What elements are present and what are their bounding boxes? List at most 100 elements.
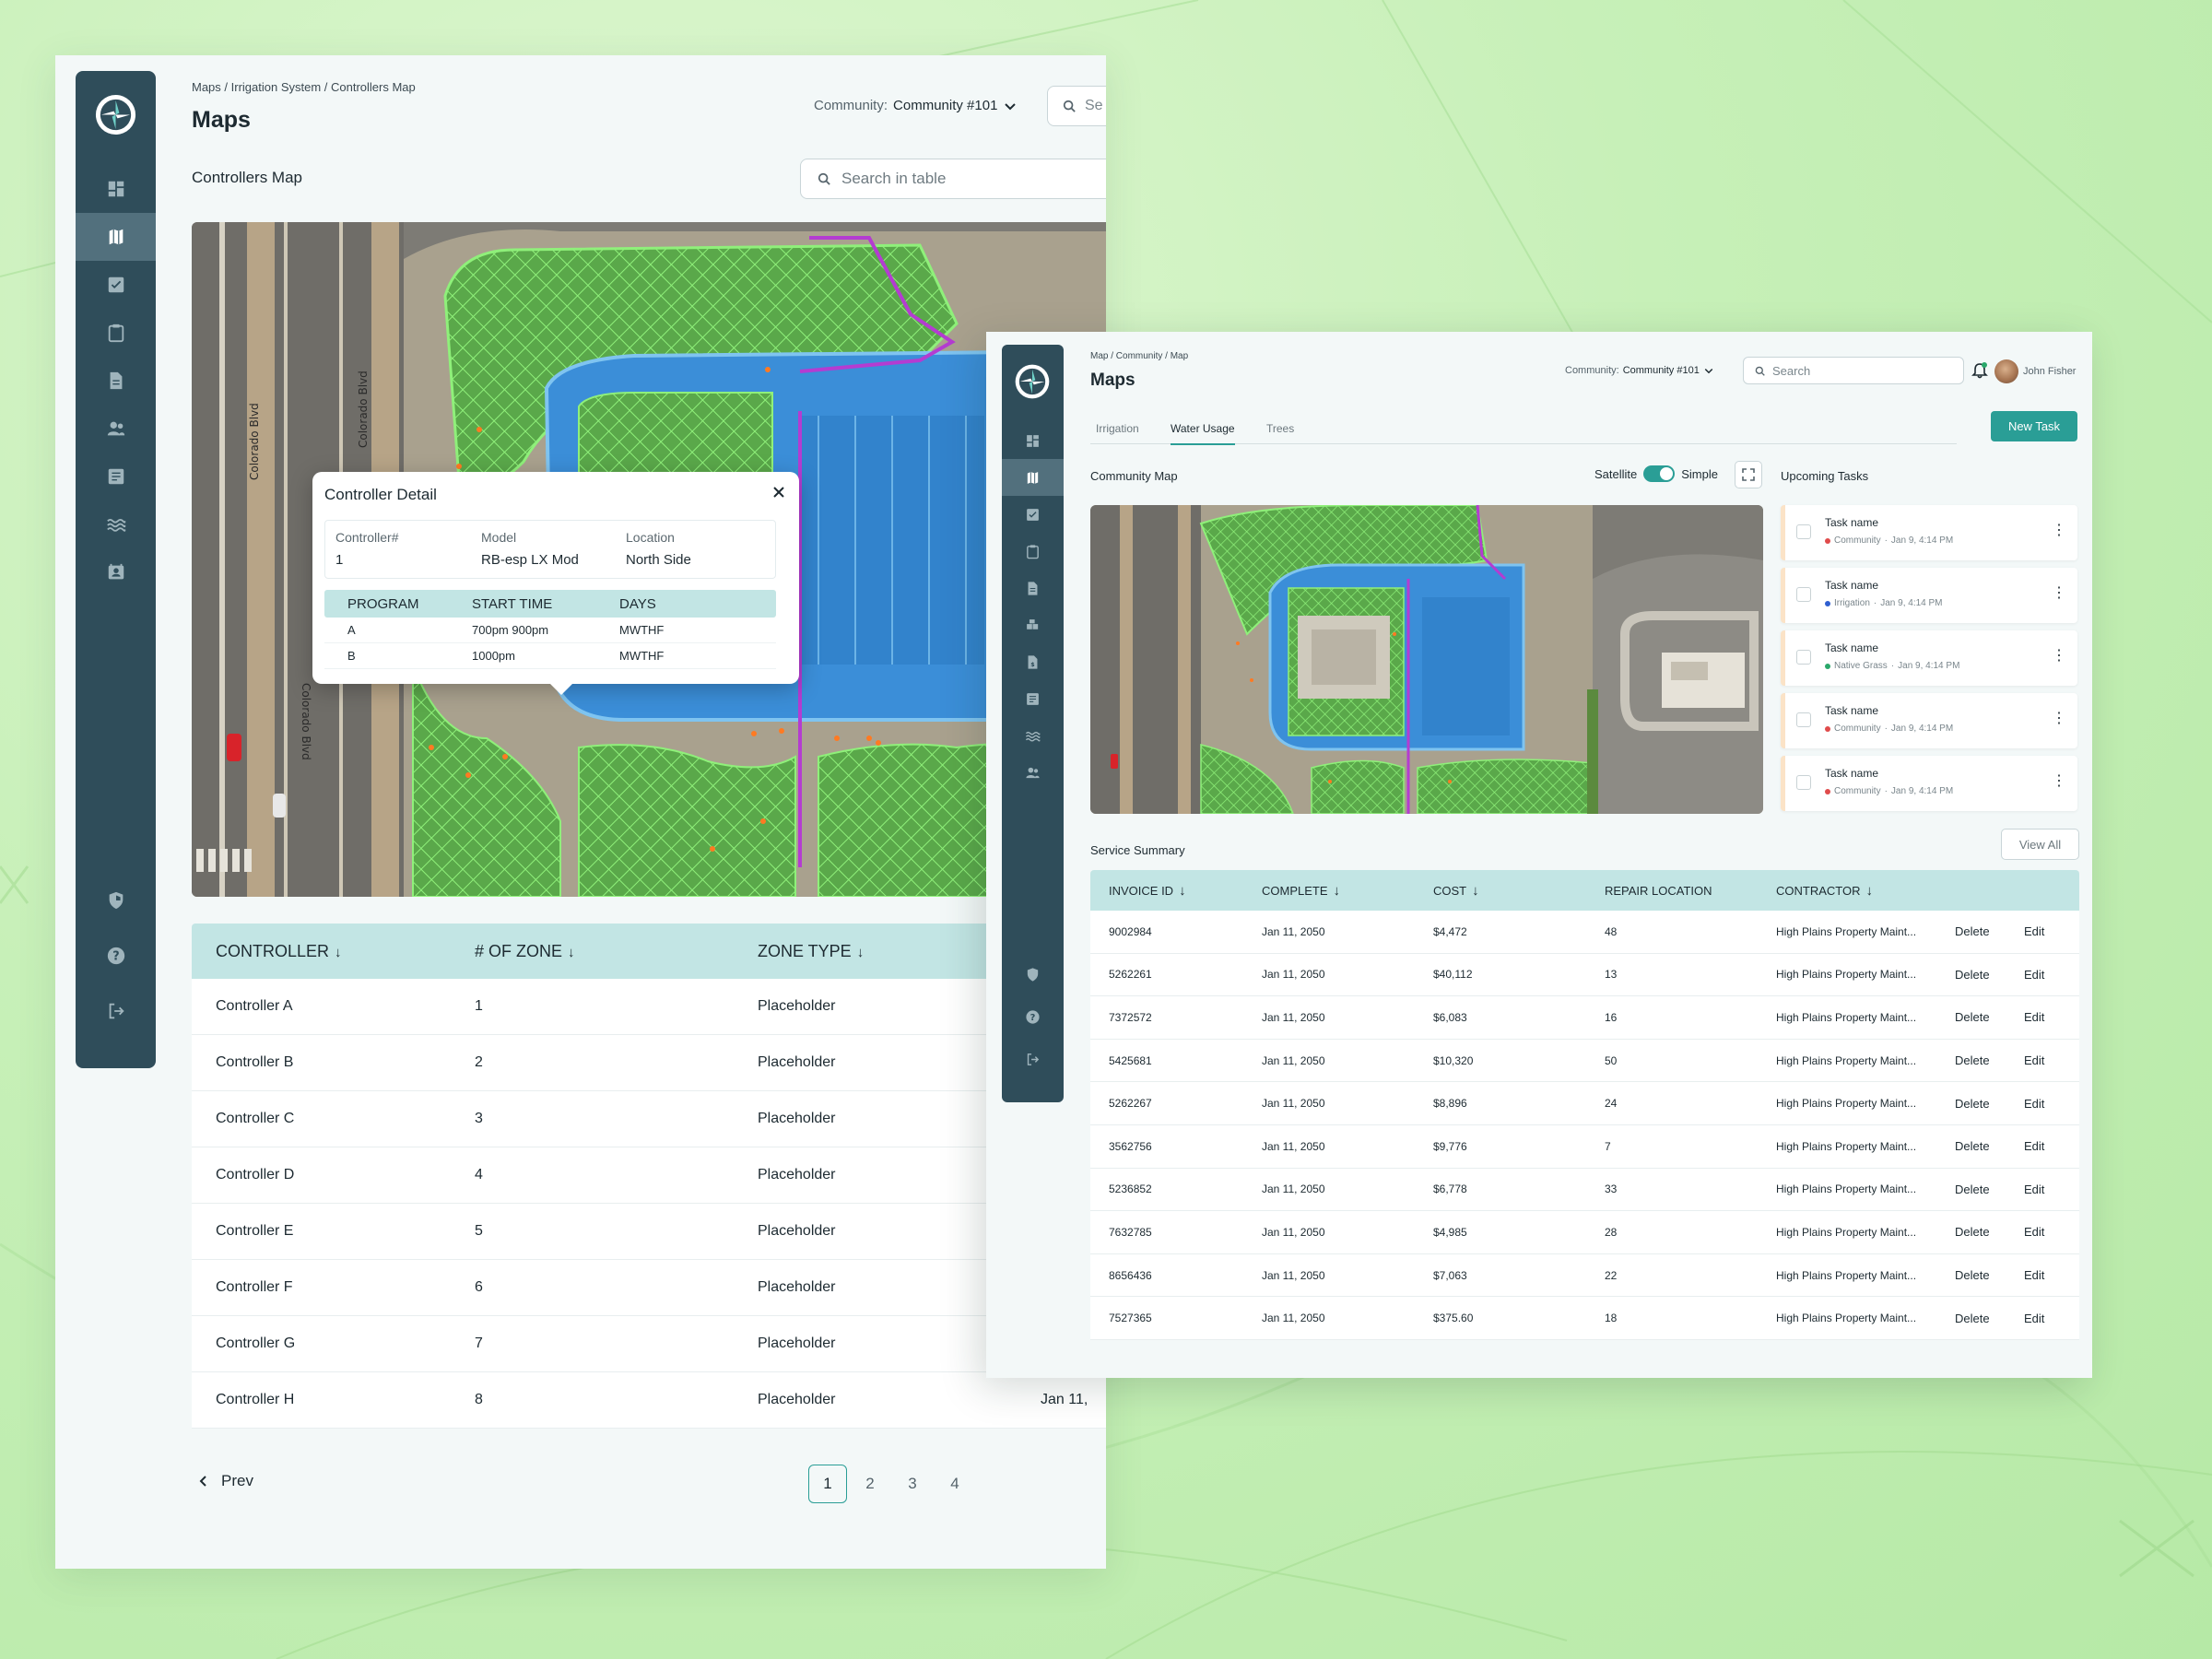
sidebar-item-maps[interactable] [1002,459,1064,496]
page-button-2[interactable]: 2 [851,1465,889,1503]
sidebar-item-water[interactable] [1002,717,1064,754]
page-button-4[interactable]: 4 [935,1465,974,1503]
task-checkbox[interactable] [1796,587,1811,602]
sidebar-item-inventory[interactable] [1002,606,1064,643]
sidebar-item-clipboard[interactable] [1002,533,1064,570]
edit-button[interactable]: Edit [2024,1182,2079,1196]
table-row[interactable]: 5425681 Jan 11, 2050 $10,320 50 High Plains … [1090,1039,2079,1083]
sidebar-item-help[interactable]: ? [1002,995,1064,1038]
sidebar-item-documents[interactable] [76,357,156,405]
sidebar-item-dashboard[interactable] [76,165,156,213]
tab-trees[interactable]: Trees [1266,422,1294,443]
sidebar-item-invoices[interactable]: $ [1002,643,1064,680]
more-options-icon[interactable]: ⋮ [2052,774,2066,789]
task-card[interactable]: Task name Community · Jan 9, 4:14 PM ⋮ [1781,693,2077,748]
community-selector[interactable]: Community: Community #101 [814,98,1018,113]
view-all-button[interactable]: View All [2001,829,2079,860]
table-row[interactable]: 7372572 Jan 11, 2050 $6,083 16 High Plains P… [1090,996,2079,1040]
delete-button[interactable]: Delete [1950,1312,2024,1325]
edit-button[interactable]: Edit [2024,968,2079,982]
sidebar-item-dashboard[interactable] [1002,422,1064,459]
table-row[interactable]: 7527365 Jan 11, 2050 $375.60 18 High Plains … [1090,1297,2079,1340]
map-view-toggle[interactable] [1643,465,1676,482]
edit-button[interactable]: Edit [2024,924,2079,938]
sidebar-item-security[interactable] [1002,953,1064,995]
community-selector[interactable]: Community: Community #101 [1565,365,1714,376]
sidebar-item-tasks[interactable] [1002,496,1064,533]
delete-button[interactable]: Delete [1950,1268,2024,1282]
sort-invoice-id[interactable]: INVOICE ID ↓ [1090,883,1262,899]
delete-button[interactable]: Delete [1950,968,2024,982]
sidebar-item-help[interactable]: ? [76,928,156,983]
edit-button[interactable]: Edit [2024,1225,2079,1239]
page-button-3[interactable]: 3 [893,1465,932,1503]
sidebar-item-contacts[interactable] [76,548,156,596]
table-row[interactable]: Controller A 1 Placeholder [192,979,1106,1035]
table-row[interactable]: 3562756 Jan 11, 2050 $9,776 7 High Plains Pr… [1090,1124,2079,1169]
sidebar-item-reports[interactable] [1002,680,1064,717]
table-row[interactable]: Controller G 7 Placeholder [192,1316,1106,1372]
table-row[interactable]: Controller C 3 Placeholder [192,1091,1106,1147]
user-name[interactable]: John Fisher [2023,366,2076,377]
table-row[interactable]: 9002984 Jan 11, 2050 $4,472 48 High Plains P… [1090,911,2079,954]
table-row[interactable]: 5262261 Jan 11, 2050 $40,112 13 High Plains … [1090,953,2079,997]
more-options-icon[interactable]: ⋮ [2052,649,2066,664]
edit-button[interactable]: Edit [2024,1097,2079,1111]
table-row[interactable]: Controller F 6 Placeholder [192,1260,1106,1316]
delete-button[interactable]: Delete [1950,1182,2024,1196]
sidebar-item-maps[interactable] [76,213,156,261]
more-options-icon[interactable]: ⋮ [2052,712,2066,726]
sidebar-item-reports[interactable] [76,453,156,500]
table-row[interactable]: Controller H 8 Placeholder Jan 11, [192,1372,1106,1429]
edit-button[interactable]: Edit [2024,1139,2079,1153]
table-row[interactable]: Controller B 2 Placeholder [192,1035,1106,1091]
more-options-icon[interactable]: ⋮ [2052,586,2066,601]
notification-bell-icon[interactable] [1971,361,1989,380]
task-checkbox[interactable] [1796,524,1811,539]
delete-button[interactable]: Delete [1950,1010,2024,1024]
delete-button[interactable]: Delete [1950,1053,2024,1067]
sidebar-item-logout[interactable] [76,983,156,1039]
fullscreen-button[interactable] [1735,461,1762,488]
task-card[interactable]: Task name Community · Jan 9, 4:14 PM ⋮ [1781,505,2077,560]
task-card[interactable]: Task name Community · Jan 9, 4:14 PM ⋮ [1781,756,2077,811]
close-icon[interactable] [770,483,788,501]
task-checkbox[interactable] [1796,712,1811,727]
edit-button[interactable]: Edit [2024,1268,2079,1282]
sidebar-item-logout[interactable] [1002,1038,1064,1080]
delete-button[interactable]: Delete [1950,1097,2024,1111]
table-row[interactable]: 7632785 Jan 11, 2050 $4,985 28 High Plains P… [1090,1211,2079,1254]
page-button-1[interactable]: 1 [808,1465,847,1503]
task-checkbox[interactable] [1796,775,1811,790]
table-search-input[interactable]: Search in table [800,159,1106,199]
edit-button[interactable]: Edit [2024,1053,2079,1067]
community-satellite-map[interactable] [1090,505,1763,814]
table-row[interactable]: 8656436 Jan 11, 2050 $7,063 22 High Plains P… [1090,1253,2079,1298]
task-card[interactable]: Task name Native Grass · Jan 9, 4:14 PM ⋮ [1781,630,2077,686]
top-search-input[interactable]: Se [1047,86,1106,126]
edit-button[interactable]: Edit [2024,1010,2079,1024]
delete-button[interactable]: Delete [1950,924,2024,938]
more-options-icon[interactable]: ⋮ [2052,524,2066,538]
sort-contractor[interactable]: CONTRACTOR ↓ [1776,883,1950,899]
edit-button[interactable]: Edit [2024,1312,2079,1325]
sort-zone-count[interactable]: # OF ZONE ↓ [475,942,758,961]
tab-water-usage[interactable]: Water Usage [1171,422,1235,445]
task-card[interactable]: Task name Irrigation · Jan 9, 4:14 PM ⋮ [1781,568,2077,623]
sort-controller[interactable]: CONTROLLER ↓ [192,942,475,961]
avatar[interactable] [1994,359,2018,383]
table-row[interactable]: 5262267 Jan 11, 2050 $8,896 24 High Plains P… [1090,1082,2079,1125]
sort-cost[interactable]: COST ↓ [1433,883,1605,899]
delete-button[interactable]: Delete [1950,1225,2024,1239]
sidebar-item-users[interactable] [76,405,156,453]
search-input[interactable]: Search [1743,357,1964,384]
task-checkbox[interactable] [1796,650,1811,665]
table-row[interactable]: 5236852 Jan 11, 2050 $6,778 33 High Plains P… [1090,1168,2079,1212]
sidebar-item-security[interactable] [76,873,156,928]
sidebar-item-tasks[interactable] [76,261,156,309]
sidebar-item-water[interactable] [76,500,156,548]
sidebar-item-clipboard[interactable] [76,309,156,357]
new-task-button[interactable]: New Task [1991,411,2077,441]
tab-irrigation[interactable]: Irrigation [1096,422,1139,443]
prev-page-button[interactable]: Prev [197,1472,253,1490]
